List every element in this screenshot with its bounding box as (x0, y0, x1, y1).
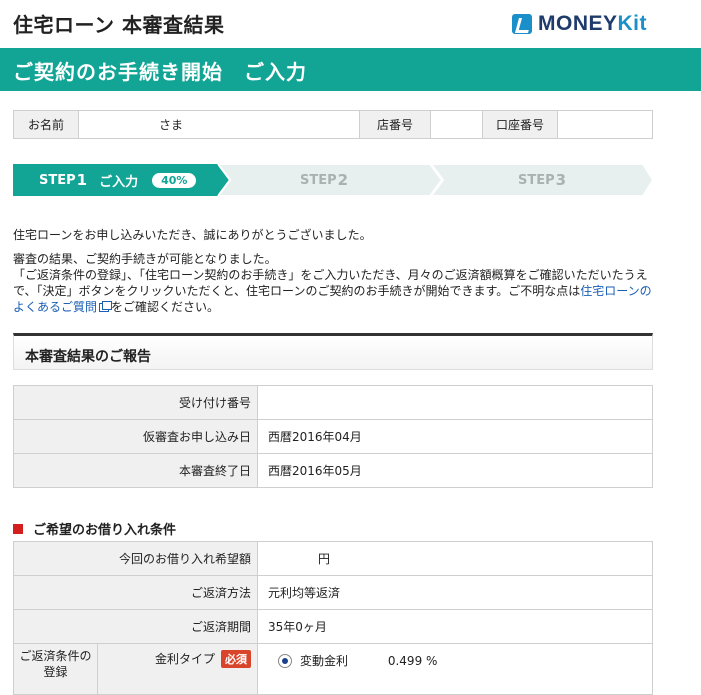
report-section-title: 本審査結果のご報告 (25, 349, 151, 365)
branch-label: 店番号 (360, 111, 431, 138)
page-title: 住宅ローン 本審査結果 (13, 13, 225, 37)
account-value (558, 111, 652, 138)
moneykit-logo[interactable]: MONEYKit (512, 12, 647, 36)
thanks-message: 住宅ローンをお申し込みいただき、誠にありがとうございました。 (13, 228, 372, 242)
table-row: 受け付け番号 (13, 385, 653, 420)
table-row: 今回のお借り入れ希望額 円 (13, 541, 653, 576)
progress-badge: 40% (152, 172, 197, 188)
report-section-header: 本審査結果のご報告 (13, 333, 653, 370)
instructions: 審査の結果、ご契約手続きが可能となりました。 「ご返済条件の登録」、「住宅ローン… (13, 252, 652, 314)
step-2: STEP 2 (218, 164, 442, 196)
table-row: 仮審査お申し込み日 西暦2016年04月 (13, 419, 653, 454)
repayment-method: 元利均等返済 (257, 575, 653, 610)
intro-text: 住宅ローンをお申し込みいただき、誠にありがとうございました。 審査の結果、ご契約… (13, 227, 663, 315)
required-badge: 必須 (221, 650, 251, 668)
step-indicator: STEP 1 ご入力 40% STEP 2 STEP 3 (13, 164, 653, 196)
repayment-registration-label: ご返済条件の登録 (13, 643, 98, 695)
variable-rate-value: 0.499 % (387, 654, 438, 668)
section-banner: ご契約のお手続き開始 ご入力 (0, 48, 701, 91)
table-row: ご返済方法 元利均等返済 (13, 575, 653, 610)
external-window-icon (99, 301, 113, 312)
red-square-icon (13, 523, 23, 534)
customer-info-bar: お名前 さま 店番号 口座番号 (13, 110, 653, 139)
table-row: 本審査終了日 西暦2016年05月 (13, 453, 653, 488)
rate-type-options: 変動金利 0.499 % (257, 643, 653, 695)
conditions-header: ご希望のお借り入れ条件 (13, 519, 176, 538)
banner-title: ご契約のお手続き開始 ご入力 (13, 60, 307, 84)
step-1: STEP 1 ご入力 40% (13, 164, 229, 196)
name-value: さま (79, 111, 360, 138)
variable-rate-radio[interactable]: 変動金利 (278, 654, 352, 668)
step-1-title: ご入力 (99, 174, 139, 190)
branch-value (431, 111, 483, 138)
report-table: 受け付け番号 仮審査お申し込み日 西暦2016年04月 本審査終了日 西暦201… (13, 385, 653, 488)
reception-number (257, 385, 653, 420)
moneykit-logo-icon (512, 14, 532, 34)
name-label: お名前 (14, 111, 79, 138)
page-header: 住宅ローン 本審査結果 MONEYKit (0, 0, 701, 48)
rate-type-label: 金利タイプ 必須 (97, 643, 258, 695)
repayment-period: 35年0ヶ月 (257, 609, 653, 644)
step-3: STEP 3 (431, 164, 653, 196)
table-row: ご返済条件の登録 金利タイプ 必須 変動金利 0.499 % (13, 643, 653, 695)
screening-end-date: 西暦2016年05月 (257, 453, 653, 488)
loan-amount: 円 (257, 541, 653, 576)
conditions-title: ご希望のお借り入れ条件 (33, 523, 177, 538)
account-label: 口座番号 (483, 111, 558, 138)
conditions-table: 今回のお借り入れ希望額 円 ご返済方法 元利均等返済 ご返済期間 35年0ヶ月 … (13, 541, 653, 695)
radio-selected-icon[interactable] (278, 654, 292, 668)
pre-screening-date: 西暦2016年04月 (257, 419, 653, 454)
table-row: ご返済期間 35年0ヶ月 (13, 609, 653, 644)
